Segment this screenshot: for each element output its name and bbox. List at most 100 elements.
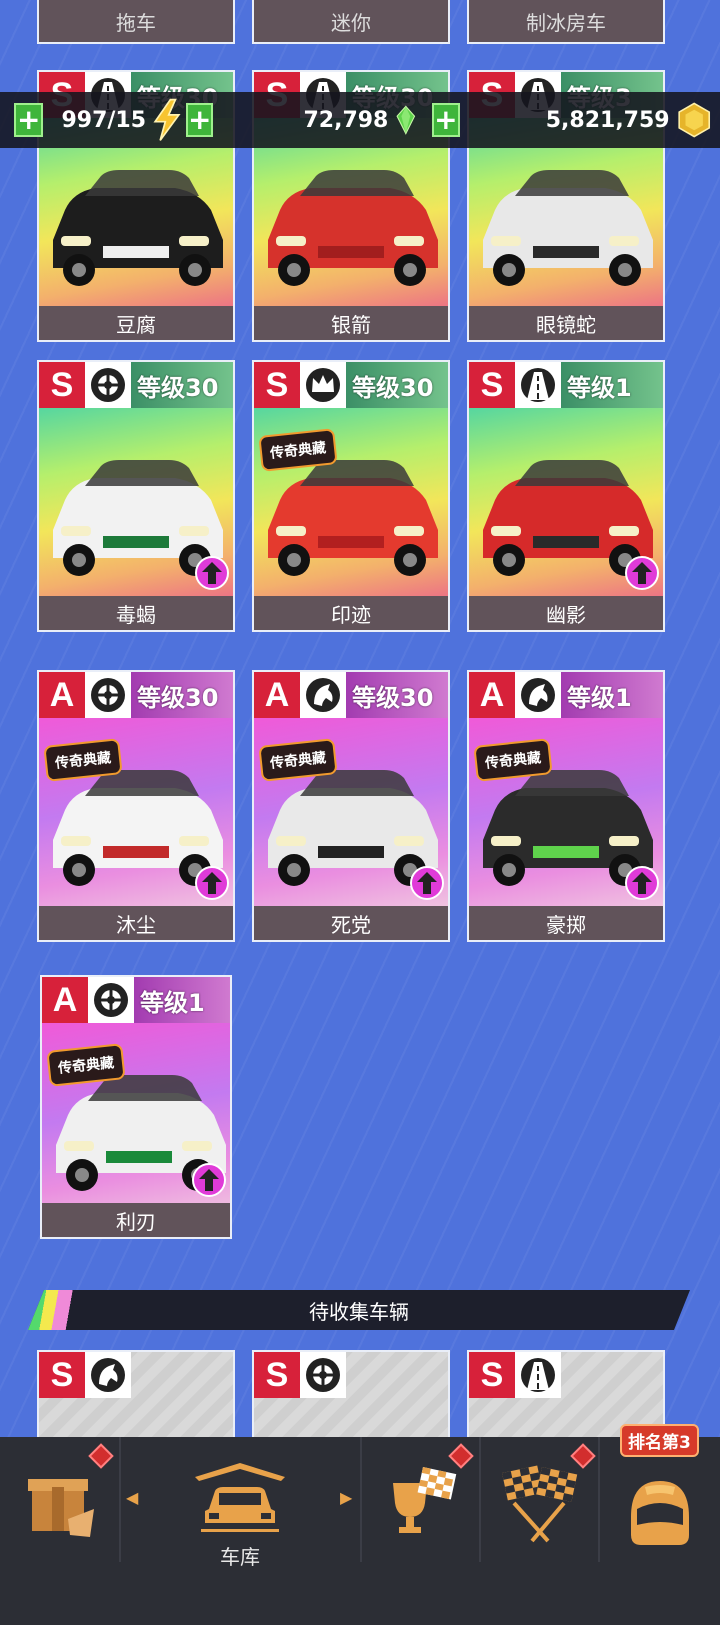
- class-badge: [300, 1352, 346, 1398]
- nav-left-arrow[interactable]: ◀: [126, 1488, 138, 1507]
- car-card[interactable]: A 等级30 传奇典藏沐尘: [37, 670, 235, 942]
- uncollected-car-card[interactable]: S: [252, 1350, 450, 1440]
- fuel-resource: + 997/15: [14, 98, 184, 141]
- rank-badge: S: [469, 1352, 515, 1398]
- upgrade-available-icon[interactable]: [625, 556, 659, 590]
- car-name: 豆腐: [116, 312, 156, 337]
- car-name: 豪掷: [546, 912, 586, 937]
- car-card-partial[interactable]: 迷你: [252, 0, 450, 44]
- gem-icon: [396, 105, 416, 135]
- rank-badge: A: [39, 672, 85, 718]
- upgrade-available-icon[interactable]: [195, 866, 229, 900]
- legend-badge-text: 传奇典藏: [57, 1055, 115, 1077]
- class-badge: [85, 1352, 131, 1398]
- rank-letter: S: [50, 1355, 74, 1394]
- class-badge: [85, 362, 131, 408]
- rank-letter: S: [480, 1355, 504, 1394]
- upgrade-available-icon[interactable]: [625, 866, 659, 900]
- nav-profile[interactable]: [600, 1437, 720, 1625]
- level-label: 等级30: [131, 362, 233, 408]
- horse-icon: [306, 678, 340, 712]
- level-label: 等级30: [346, 672, 448, 718]
- level-label: 等级30: [131, 672, 233, 718]
- car-card[interactable]: S 等级1 幽影: [467, 360, 665, 632]
- car-card-partial[interactable]: 拖车: [37, 0, 235, 44]
- car-card-header: S 等级30: [39, 362, 233, 408]
- car-card-header: A 等级30: [39, 672, 233, 718]
- rank-letter: A: [479, 675, 505, 714]
- rank-letter: A: [49, 675, 75, 714]
- arrow-up-icon: [632, 562, 652, 584]
- uncollected-section-header: 待收集车辆: [28, 1290, 690, 1330]
- car-name-bar: 利刃: [42, 1203, 230, 1237]
- car-card[interactable]: A 等级1 传奇典藏豪掷: [467, 670, 665, 942]
- car-card-header: S: [469, 1352, 663, 1398]
- car-name: 银箭: [331, 312, 371, 337]
- car-card[interactable]: S 等级30 毒蝎: [37, 360, 235, 632]
- class-badge: [515, 1352, 561, 1398]
- class-badge: [300, 362, 346, 408]
- upgrade-available-icon[interactable]: [195, 556, 229, 590]
- coin-icon: [677, 102, 710, 138]
- level-text: 等级30: [137, 683, 219, 712]
- car-card-partial[interactable]: 制冰房车: [467, 0, 665, 44]
- nav-right-arrow[interactable]: ▶: [340, 1488, 352, 1507]
- rank-letter: A: [52, 980, 78, 1019]
- class-badge: [300, 672, 346, 718]
- class-badge: [85, 672, 131, 718]
- car-name-bar: 印迹: [254, 596, 448, 630]
- add-fuel-button[interactable]: +: [14, 103, 44, 137]
- class-badge: [515, 672, 561, 718]
- car-name-bar: 幽影: [469, 596, 663, 630]
- car-name: 眼镜蛇: [536, 312, 596, 337]
- rank-letter: A: [264, 675, 290, 714]
- tire-icon: [91, 678, 125, 712]
- shop-crate-icon: [28, 1479, 94, 1537]
- helmet-icon: [631, 1481, 689, 1545]
- level-label: 等级30: [346, 362, 448, 408]
- rank-letter: S: [265, 1355, 289, 1394]
- car-card-header: S 等级1: [469, 362, 663, 408]
- upgrade-available-icon[interactable]: [410, 866, 444, 900]
- uncollected-car-card[interactable]: S: [37, 1350, 235, 1440]
- rank-badge: S: [39, 362, 85, 408]
- car-card[interactable]: A 等级1 传奇典藏 利刃: [40, 975, 232, 1239]
- rank-badge: S: [469, 362, 515, 408]
- uncollected-title: 待收集车辆: [309, 1299, 409, 1324]
- legend-badge-text: 传奇典藏: [269, 750, 327, 772]
- legend-badge-text: 传奇典藏: [54, 750, 112, 772]
- car-name: 拖车: [116, 10, 156, 35]
- car-name: 沐尘: [116, 912, 156, 937]
- car-card[interactable]: A 等级30 传奇典藏死党: [252, 670, 450, 942]
- car-card-header: A 等级30: [254, 672, 448, 718]
- arrow-up-icon: [417, 872, 437, 894]
- fuel-value: 997/15: [61, 107, 147, 133]
- car-name: 毒蝎: [116, 602, 156, 627]
- add-gems-button[interactable]: +: [186, 103, 214, 137]
- rank-badge: A: [42, 977, 88, 1023]
- rank-badge-text: 排名第3: [628, 1433, 691, 1453]
- arrow-up-icon: [632, 872, 652, 894]
- road-icon: [521, 1358, 555, 1392]
- add-coins-button[interactable]: +: [432, 103, 460, 137]
- level-text: 等级1: [567, 373, 632, 402]
- upgrade-available-icon[interactable]: [192, 1163, 226, 1197]
- trophy-flag-icon: [393, 1467, 457, 1533]
- rank-badge: A: [254, 672, 300, 718]
- car-card[interactable]: S 等级30 传奇典藏 印迹: [252, 360, 450, 632]
- road-icon: [521, 368, 555, 402]
- legend-badge-text: 传奇典藏: [484, 750, 542, 772]
- arrow-up-icon: [199, 1169, 219, 1191]
- car-name-bar: 死党: [254, 906, 448, 940]
- garage-label: 车库: [220, 1545, 260, 1569]
- car-name-bar: 豪掷: [469, 906, 663, 940]
- nav-garage[interactable]: 车库: [120, 1437, 360, 1625]
- arrow-up-icon: [202, 872, 222, 894]
- car-name: 利刃: [116, 1209, 156, 1234]
- level-label: 等级1: [561, 672, 663, 718]
- horse-icon: [91, 1358, 125, 1392]
- car-card-header: S: [254, 1352, 448, 1398]
- rank-badge: S: [254, 362, 300, 408]
- crown-icon: [306, 368, 340, 402]
- lightning-icon: [153, 98, 181, 141]
